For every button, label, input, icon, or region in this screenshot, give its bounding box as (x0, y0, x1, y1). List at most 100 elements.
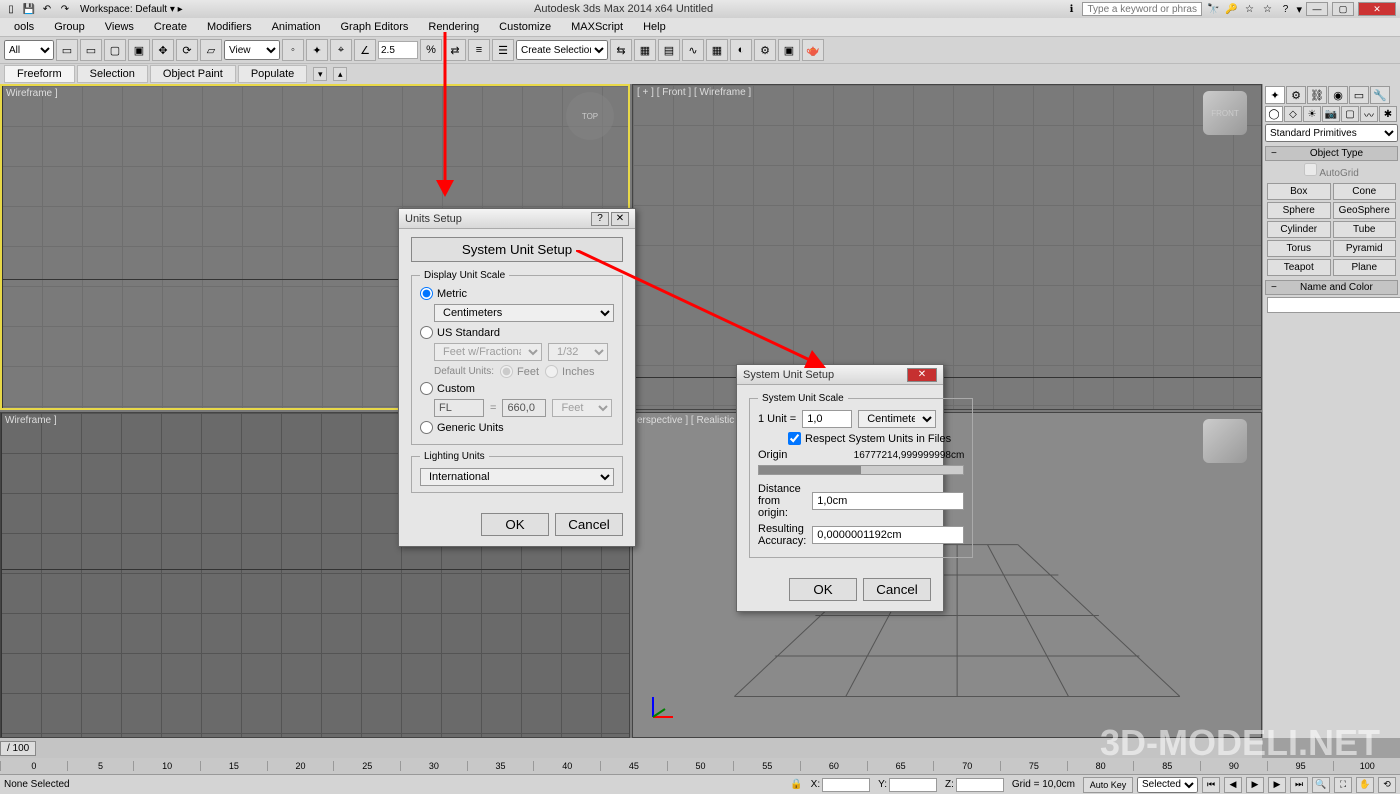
save-icon[interactable]: 💾 (22, 2, 36, 16)
sub-geometry-icon[interactable]: ◯ (1265, 106, 1283, 122)
system-unit-setup-button[interactable]: System Unit Setup (411, 237, 623, 262)
key-icon[interactable]: 🔑 (1224, 2, 1238, 16)
tab-utilities-icon[interactable]: 🔧 (1370, 86, 1390, 104)
selection-filter[interactable]: All (4, 40, 54, 60)
info-icon[interactable]: ℹ (1064, 2, 1078, 16)
viewcube-persp[interactable] (1203, 419, 1247, 463)
window-crossing-icon[interactable]: ▣ (128, 39, 150, 61)
dialog1-close-icon[interactable]: ✕ (611, 212, 629, 226)
layer-mgr-icon[interactable]: ▤ (658, 39, 680, 61)
prev-frame-icon[interactable]: ◀ (1224, 777, 1242, 793)
radio-us[interactable]: US Standard (420, 326, 500, 339)
select-object-icon[interactable]: ▭ (56, 39, 78, 61)
keyfilter-dropdown[interactable]: Selected (1137, 777, 1198, 793)
y-input[interactable] (889, 778, 937, 792)
dialog2-cancel-button[interactable]: Cancel (863, 578, 931, 601)
curve-editor-icon[interactable]: ∿ (682, 39, 704, 61)
timeline-ruler[interactable]: 0 5 10 15 20 25 30 35 40 45 50 55 60 65 … (0, 758, 1400, 774)
tab-freeform[interactable]: Freeform (4, 65, 75, 83)
mirror-icon[interactable]: ⇄ (444, 39, 466, 61)
tab-populate[interactable]: Populate (238, 65, 307, 83)
dialog2-ok-button[interactable]: OK (789, 578, 857, 601)
manipulate-icon[interactable]: ✦ (306, 39, 328, 61)
sub-spacewarps-icon[interactable]: 〰 (1360, 106, 1378, 122)
primitive-box[interactable]: Box (1267, 183, 1331, 200)
menu-modifiers[interactable]: Modifiers (197, 21, 262, 33)
lock-icon[interactable]: 🔒 (790, 779, 802, 790)
unit-dropdown[interactable]: Centimeters (858, 410, 936, 428)
ribbon-expand-icon[interactable]: ▾ (313, 67, 327, 81)
ref-coord-dropdown[interactable]: View (224, 40, 280, 60)
origin-gauge[interactable] (758, 465, 964, 475)
unit-value-input[interactable] (802, 410, 852, 428)
respect-checkbox[interactable]: Respect System Units in Files (788, 432, 951, 445)
search-input[interactable] (1082, 2, 1202, 16)
z-input[interactable] (956, 778, 1004, 792)
render-frame-icon[interactable]: ▣ (778, 39, 800, 61)
mirror2-icon[interactable]: ⇆ (610, 39, 632, 61)
maximize-button[interactable]: ▢ (1332, 2, 1354, 16)
autogrid-checkbox[interactable]: AutoGrid (1265, 161, 1398, 181)
menu-graph-editors[interactable]: Graph Editors (331, 21, 419, 33)
ribbon-minimize-icon[interactable]: ▴ (333, 67, 347, 81)
pivot-icon[interactable]: ◦ (282, 39, 304, 61)
align-icon[interactable]: ≡ (468, 39, 490, 61)
distance-input[interactable] (812, 492, 964, 510)
viewcube-top[interactable]: TOP (566, 92, 614, 140)
primitive-sphere[interactable]: Sphere (1267, 202, 1331, 219)
autokey-button[interactable]: Auto Key (1083, 777, 1133, 793)
primitive-torus[interactable]: Torus (1267, 240, 1331, 257)
tab-modify-icon[interactable]: ⚙ (1286, 86, 1306, 104)
undo-icon[interactable]: ↶ (40, 2, 54, 16)
menu-maxscript[interactable]: MAXScript (561, 21, 633, 33)
primitive-pyramid[interactable]: Pyramid (1333, 240, 1397, 257)
render-icon[interactable]: 🫖 (802, 39, 824, 61)
category-dropdown[interactable]: Standard Primitives (1265, 124, 1398, 142)
tab-motion-icon[interactable]: ◉ (1328, 86, 1348, 104)
goto-start-icon[interactable]: ⏮ (1202, 777, 1220, 793)
spinner-input[interactable] (378, 41, 418, 59)
binoculars-icon[interactable]: 🔭 (1206, 2, 1220, 16)
primitive-teapot[interactable]: Teapot (1267, 259, 1331, 276)
render-setup-icon[interactable]: ⚙ (754, 39, 776, 61)
radio-generic[interactable]: Generic Units (420, 421, 504, 434)
menu-tools[interactable]: ools (4, 21, 44, 33)
time-slider[interactable]: / 100 (0, 738, 1262, 758)
play-icon[interactable]: ▶ (1246, 777, 1264, 793)
pan-icon[interactable]: ✋ (1356, 777, 1374, 793)
layers-icon[interactable]: ☰ (492, 39, 514, 61)
orbit-icon[interactable]: ⟲ (1378, 777, 1396, 793)
primitive-cylinder[interactable]: Cylinder (1267, 221, 1331, 238)
menu-group[interactable]: Group (44, 21, 95, 33)
menu-animation[interactable]: Animation (262, 21, 331, 33)
object-name-input[interactable] (1267, 297, 1400, 313)
tab-create-icon[interactable]: ✦ (1265, 86, 1285, 104)
lighting-dropdown[interactable]: International (420, 468, 614, 486)
redo-icon[interactable]: ↷ (58, 2, 72, 16)
close-button[interactable]: ✕ (1358, 2, 1396, 16)
material-editor-icon[interactable]: ◐ (730, 39, 752, 61)
rollout-name-color[interactable]: −Name and Color (1265, 280, 1398, 295)
radio-custom[interactable]: Custom (420, 382, 475, 395)
select-name-icon[interactable]: ▭ (80, 39, 102, 61)
menu-views[interactable]: Views (95, 21, 144, 33)
menu-help[interactable]: Help (633, 21, 676, 33)
sub-systems-icon[interactable]: ✱ (1379, 106, 1397, 122)
menu-customize[interactable]: Customize (489, 21, 561, 33)
viewport-front[interactable]: [ + ] [ Front ] [ Wireframe ] FRONT (632, 84, 1262, 410)
x-input[interactable] (822, 778, 870, 792)
radio-metric[interactable]: Metric (420, 287, 467, 300)
minimize-button[interactable]: — (1306, 2, 1328, 16)
tab-object-paint[interactable]: Object Paint (150, 65, 236, 83)
align2-icon[interactable]: ▦ (634, 39, 656, 61)
primitive-geosphere[interactable]: GeoSphere (1333, 202, 1397, 219)
rotate-icon[interactable]: ⟳ (176, 39, 198, 61)
primitive-plane[interactable]: Plane (1333, 259, 1397, 276)
dialog1-cancel-button[interactable]: Cancel (555, 513, 623, 536)
dialog1-help-icon[interactable]: ? (591, 212, 609, 226)
time-handle[interactable]: / 100 (0, 741, 36, 756)
dialog1-ok-button[interactable]: OK (481, 513, 549, 536)
sub-cameras-icon[interactable]: 📷 (1322, 106, 1340, 122)
rollout-object-type[interactable]: −Object Type (1265, 146, 1398, 161)
next-frame-icon[interactable]: ▶ (1268, 777, 1286, 793)
